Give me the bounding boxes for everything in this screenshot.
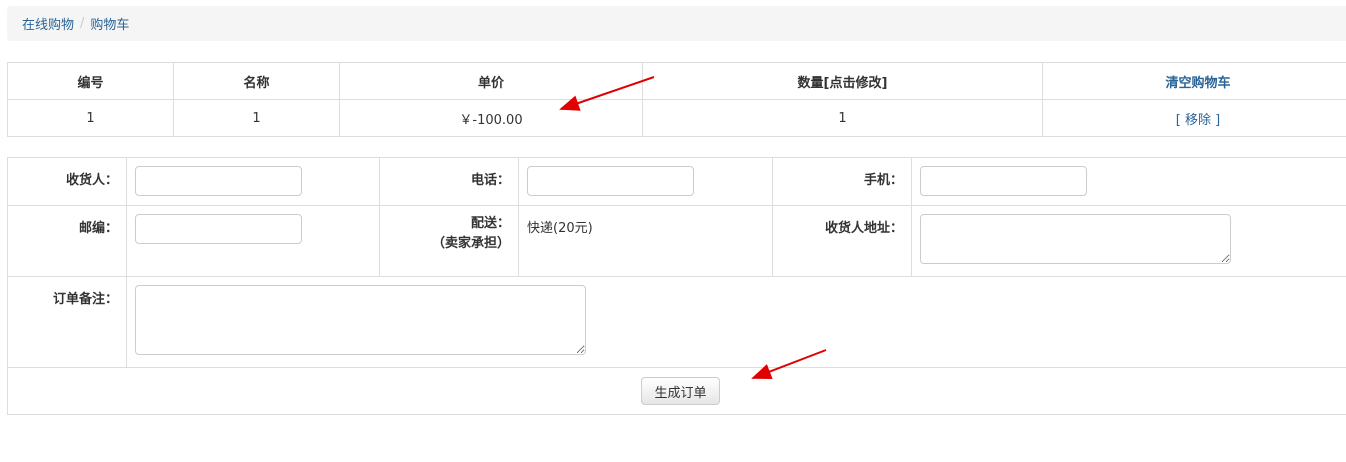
cell-price: ￥-100.00 — [339, 99, 643, 137]
breadcrumb-separator: / — [80, 16, 85, 31]
delivery-value: 快递(20元) — [518, 205, 773, 277]
breadcrumb: 在线购物 / 购物车 — [7, 6, 1346, 41]
col-header-id: 编号 — [7, 62, 174, 100]
col-header-quantity: 数量[点击修改] — [642, 62, 1043, 100]
create-order-button[interactable]: 生成订单 — [641, 377, 720, 405]
cart-table: 编号 名称 单价 数量[点击修改] 清空购物车 1 1 ￥-100.00 1 [… — [7, 62, 1346, 137]
clear-cart-link[interactable]: 清空购物车 — [1042, 62, 1346, 100]
col-header-name: 名称 — [173, 62, 340, 100]
order-row-note: 订单备注： — [7, 276, 1346, 368]
order-row-contact: 收货人： 电话： 手机： — [7, 157, 1346, 206]
delivery-label: 配送： （卖家承担） — [379, 205, 519, 277]
delivery-label-sub: （卖家承担） — [431, 236, 510, 251]
mobile-input[interactable] — [920, 166, 1087, 196]
breadcrumb-cart-link[interactable]: 购物车 — [90, 14, 129, 33]
order-form-table: 收货人： 电话： 手机： 邮编： 配送： （卖家承担） 快递(20元) 收货人地… — [7, 157, 1346, 415]
cell-quantity[interactable]: 1 — [642, 99, 1043, 137]
order-row-address: 邮编： 配送： （卖家承担） 快递(20元) 收货人地址： — [7, 205, 1346, 277]
mobile-label: 手机： — [772, 157, 912, 206]
receiver-label: 收货人： — [7, 157, 127, 206]
address-label: 收货人地址： — [772, 205, 912, 277]
note-textarea[interactable] — [135, 285, 586, 355]
zip-input[interactable] — [135, 214, 302, 244]
address-textarea[interactable] — [920, 214, 1231, 264]
zip-label: 邮编： — [7, 205, 127, 277]
cell-id: 1 — [7, 99, 174, 137]
table-row: 1 1 ￥-100.00 1 [ 移除 ] — [7, 99, 1346, 137]
phone-input[interactable] — [527, 166, 694, 196]
note-label: 订单备注： — [7, 276, 127, 368]
phone-label: 电话： — [379, 157, 519, 206]
breadcrumb-home-link[interactable]: 在线购物 — [22, 14, 74, 33]
order-row-submit: 生成订单 — [7, 367, 1346, 415]
remove-item-link[interactable]: [ 移除 ] — [1042, 99, 1346, 137]
cell-name: 1 — [173, 99, 340, 137]
col-header-price: 单价 — [339, 62, 643, 100]
receiver-input[interactable] — [135, 166, 302, 196]
cart-header-row: 编号 名称 单价 数量[点击修改] 清空购物车 — [7, 62, 1346, 100]
delivery-label-main: 配送： — [470, 216, 510, 231]
